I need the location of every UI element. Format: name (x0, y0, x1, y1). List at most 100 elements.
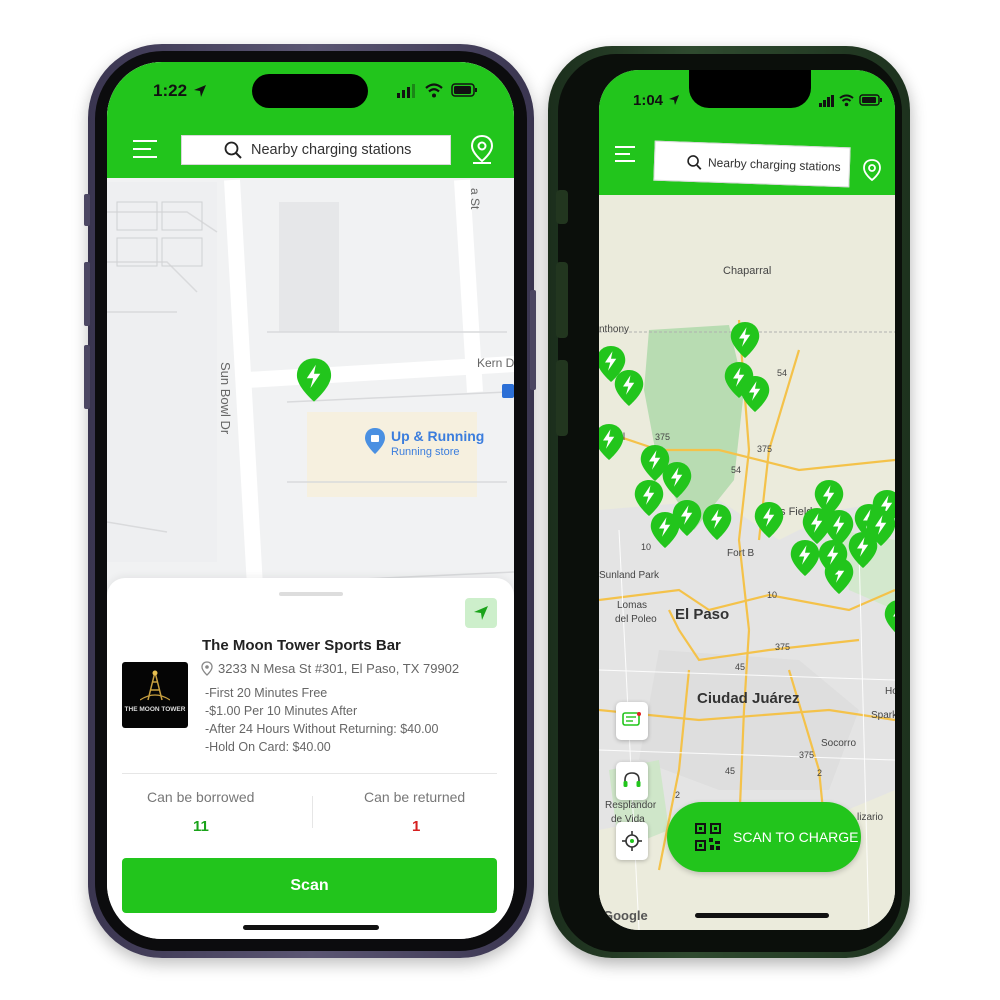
right-signal-icon (819, 95, 834, 107)
right-menu-icon[interactable] (613, 144, 637, 164)
search-placeholder: Nearby charging stations (251, 142, 412, 158)
route-shield: 375 (775, 642, 791, 652)
right-volume-down (556, 360, 568, 436)
right-search-icon (687, 154, 702, 170)
borrow-count: 11 (193, 818, 209, 835)
pricing-line-2: -$1.00 Per 10 Minutes After (205, 704, 358, 718)
map-label-resplandor: Resplandor (605, 800, 657, 811)
navigate-button[interactable] (465, 598, 497, 628)
sheet-handle[interactable] (279, 592, 343, 596)
route-shield: 375 (757, 444, 773, 454)
bolt-pin-icon[interactable] (634, 480, 664, 516)
station-address: 3233 N Mesa St #301, El Paso, TX 79902 (218, 661, 460, 676)
route-shield: 2 (675, 790, 681, 800)
bolt-pin-icon[interactable] (754, 502, 784, 538)
scan-to-charge-label: SCAN TO CHARGE (733, 829, 859, 845)
power-button (530, 290, 536, 390)
map-label-lomas: Lomas (617, 600, 648, 611)
wifi-icon (425, 83, 443, 98)
scan-to-charge-button[interactable]: SCAN TO CHARGE (667, 802, 861, 872)
menu-icon[interactable] (131, 138, 159, 160)
street-label-kern: Kern D (477, 356, 514, 370)
map-label-socorro: Socorro (821, 738, 857, 749)
map-label-sparks: Spark (871, 710, 895, 721)
route-shield: 54 (777, 368, 788, 378)
right-location-pin-icon[interactable] (861, 158, 883, 184)
scan-button[interactable]: Scan (122, 858, 497, 913)
stats-divider (312, 796, 313, 828)
chat-button[interactable] (616, 702, 648, 740)
bolt-pin-icon[interactable] (730, 322, 760, 358)
support-button[interactable] (616, 762, 648, 800)
route-shield: 375 (655, 432, 671, 442)
location-pin-icon[interactable] (469, 134, 495, 166)
route-shield: 54 (731, 465, 742, 475)
place-name[interactable]: Up & Running (391, 428, 484, 444)
map-label-fort-bliss: Fort B (727, 548, 755, 559)
bolt-pin-icon[interactable] (818, 540, 848, 576)
return-label: Can be returned (364, 789, 466, 805)
station-logo: THE MOON TOWER (122, 662, 188, 728)
station-name: The Moon Tower Sports Bar (202, 637, 401, 654)
route-shield: 10 (767, 590, 778, 600)
right-search-placeholder: Nearby charging stations (707, 155, 841, 175)
notch (689, 70, 811, 108)
dynamic-island (252, 74, 368, 108)
volume-up-button (84, 262, 90, 326)
left-screen: Sun Bowl Dr Kern D a St Up & Running Run… (107, 62, 514, 939)
borrow-label: Can be borrowed (147, 789, 255, 805)
map-label-horizon: Ho (885, 686, 895, 697)
volume-down-button (84, 345, 90, 409)
map-label-elizario: lizario (857, 812, 884, 823)
home-indicator (243, 925, 379, 930)
right-mute-switch (556, 190, 568, 224)
map-label-chaparral: Chaparral (723, 265, 772, 277)
right-status-time: 1:04 (633, 92, 664, 109)
battery-icon (451, 83, 477, 97)
return-count: 1 (412, 818, 421, 835)
map-label-del-poleo: del Poleo (615, 614, 657, 625)
bolt-pin-icon[interactable] (702, 504, 732, 540)
bolt-pin-icon[interactable] (599, 424, 624, 460)
map-label-el-paso: El Paso (675, 606, 730, 623)
status-time: 1:22 (153, 81, 188, 100)
locate-target-icon (622, 831, 642, 851)
bolt-pin-icon[interactable] (614, 370, 644, 406)
right-volume-up (556, 262, 568, 338)
pricing-line-3: -After 24 Hours Without Returning: $40.0… (205, 722, 439, 736)
route-shield: 45 (725, 766, 736, 776)
right-battery-icon (859, 94, 882, 106)
address-pin-icon (201, 661, 213, 676)
store-pin-icon[interactable] (365, 428, 385, 454)
bolt-pin-icon[interactable] (662, 462, 692, 498)
pricing-line-1: -First 20 Minutes Free (205, 686, 328, 700)
location-arrow-icon (194, 85, 206, 97)
route-shield: 2 (817, 768, 823, 778)
google-logo: Google (603, 908, 648, 923)
headset-icon (623, 772, 641, 787)
bolt-pin-icon[interactable] (296, 358, 332, 402)
right-wifi-icon (839, 94, 854, 107)
right-screen: Chaparral nthony anutill Biggs Field For… (599, 70, 895, 930)
bolt-pin-icon[interactable] (884, 600, 895, 636)
moon-tower-logo-icon (140, 670, 170, 701)
right-location-arrow-icon (669, 95, 679, 105)
locate-button[interactable] (616, 822, 648, 860)
map-label-anthony: nthony (599, 324, 630, 335)
signal-icon (397, 84, 415, 98)
right-search-input[interactable]: Nearby charging stations (653, 140, 851, 188)
map-label-juarez: Ciudad Juárez (697, 690, 800, 707)
street-label-mesa: a St (468, 188, 482, 210)
search-input[interactable]: Nearby charging stations (181, 135, 451, 165)
pricing-line-4: -Hold On Card: $40.00 (205, 740, 331, 754)
mute-switch (84, 194, 90, 226)
bolt-pin-icon[interactable] (672, 500, 702, 536)
logo-text: THE MOON TOWER (124, 706, 186, 713)
qr-code-icon (695, 823, 721, 851)
route-shield: 45 (735, 662, 746, 672)
right-home-indicator (695, 913, 829, 918)
bolt-pin-icon[interactable] (790, 540, 820, 576)
scan-button-label: Scan (290, 876, 329, 894)
place-category: Running store (391, 446, 460, 458)
bolt-pin-icon[interactable] (740, 376, 770, 412)
